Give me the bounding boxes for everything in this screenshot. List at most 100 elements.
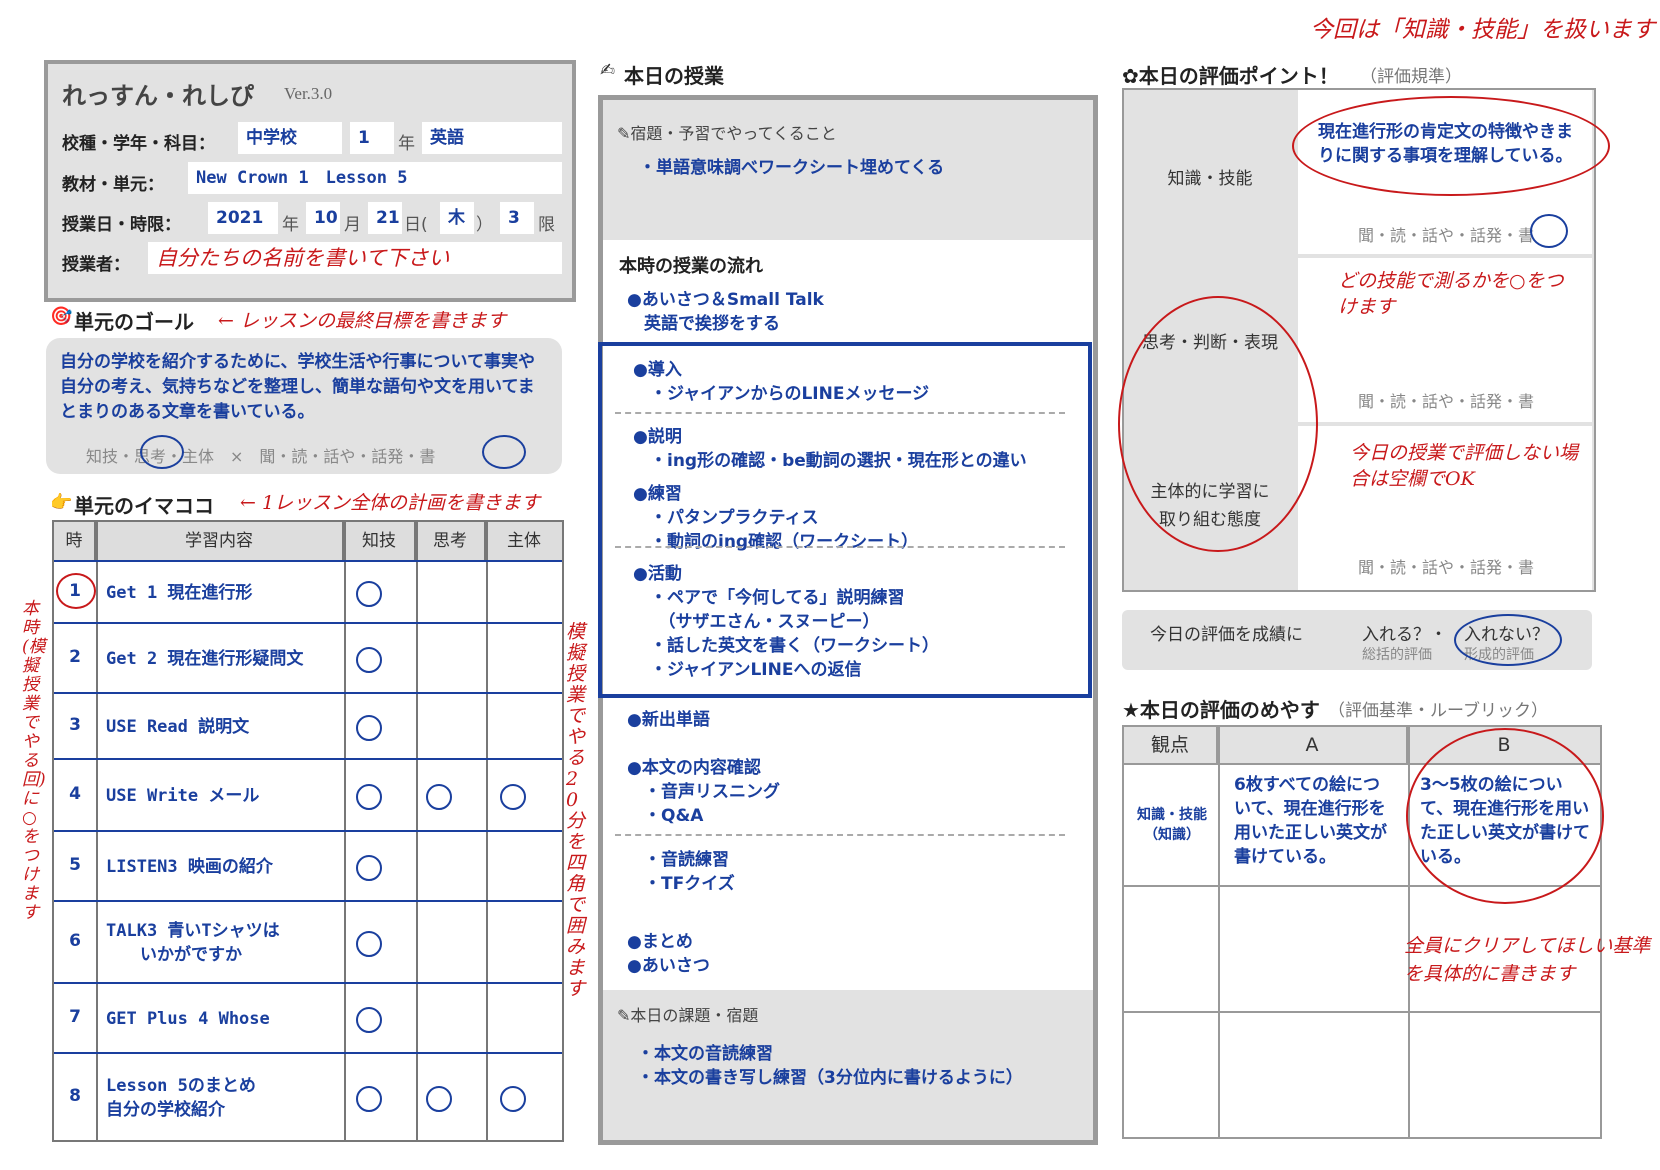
eval-attitude-ring (1118, 296, 1318, 552)
subject-field[interactable]: 英語 (422, 122, 562, 154)
rubric-note: 全員にクリアしてほしい基準を具体的に書きます (1404, 935, 1651, 985)
row-number: 3 (69, 715, 81, 735)
row-content: TALK3 青いTシャツは いかがですか (106, 921, 280, 965)
task-items: ・本文の音読練習 ・本文の書き写し練習（3分位内に書けるように） (637, 1044, 1023, 1088)
row-divider (1124, 1011, 1600, 1013)
period-unit: 限 (538, 215, 555, 235)
table-row: 5 LISTEN3 映画の紹介 (54, 830, 562, 902)
header-box: れっすん・れしぴ Ver.3.0 校種・学年・科目： 中学校 1 年 英語 教材… (44, 60, 576, 302)
table-row: 6 TALK3 青いTシャツは いかがですか (54, 900, 562, 984)
check-circle (500, 784, 526, 810)
check-circle (356, 1007, 382, 1033)
weekday-close: ） (476, 215, 493, 235)
imamoko-annotation: ← 1レッスン全体の計画を書きます (240, 492, 541, 514)
goal-write-circle (482, 435, 526, 469)
goal-text: 自分の学校を紹介するために、学校生活や行事について事実や自分の考え、気持ちなどを… (60, 352, 535, 422)
period-field[interactable]: 3 (500, 202, 534, 234)
row-content: Lesson 5のまとめ 自分の学校紹介 (106, 1076, 256, 1120)
rubric-header-view: 観点 (1124, 727, 1218, 763)
flow-title: 本時の授業の流れ (619, 256, 763, 277)
eval-row-label: 知識・技能 (1167, 169, 1253, 189)
pointing-hand-icon: 👉 (50, 492, 73, 513)
row-content: LISTEN3 映画の紹介 (106, 857, 273, 877)
teacher-field[interactable]: 自分たちの名前を書いて下さい (148, 242, 562, 274)
col-header-attitude: 主体 (486, 522, 562, 560)
eval-write-circle (1530, 214, 1568, 248)
lesson-title: 本日の授業 (624, 64, 724, 88)
homework-title: ✎宿題・予習でやってくること (617, 124, 837, 143)
weekday-field[interactable]: 木 (440, 202, 474, 234)
eval-marks: 聞・読・話や・話発・書 (1358, 558, 1535, 577)
row-number: 8 (69, 1086, 81, 1106)
grade-field[interactable]: 1 (350, 122, 394, 154)
row-number: 2 (69, 647, 81, 667)
flow-greeting: ●あいさつ＆Small Talk 英語で挨拶をする (627, 290, 824, 334)
eval-marks: 聞・読・話や・話発・書 (1358, 226, 1535, 245)
goal-title: 単元のゴール (74, 310, 194, 334)
material-label: 教材・単元： (62, 175, 164, 195)
flow-new-words: ●新出単語 (627, 710, 710, 730)
rubric-header-a: A (1218, 727, 1408, 763)
goal-marks: 知技・思考・主体 × 聞・読・話や・話発・書 (86, 447, 436, 466)
target-icon: 🎯 (50, 306, 73, 327)
app-title: れっすん・れしぴ (62, 81, 254, 110)
col-header-period: 時 (54, 522, 96, 560)
day-unit: 日( (404, 215, 428, 235)
check-circle (500, 1086, 526, 1112)
check-circle (356, 581, 382, 607)
eval-title: ✿本日の評価ポイント！ (1122, 64, 1339, 88)
table-row: 2 Get 2 現在進行形疑問文 (54, 622, 562, 694)
rubric-a-text: 6枚すべての絵について、現在進行形を用いた正しい英文が書けている。 (1234, 775, 1387, 867)
top-annotation: 今回は「知識・技能」を扱います (1310, 17, 1655, 43)
col-header-content: 学習内容 (96, 522, 344, 560)
side-note-right: 模擬授業でやる20分を四角で囲みます (566, 621, 586, 1000)
row-content: GET Plus 4 Whose (106, 1009, 270, 1029)
row-number: 6 (69, 931, 81, 951)
flow-reading: ・音読練習 ・TFクイズ (643, 850, 735, 894)
row-content: Get 1 現在進行形 (106, 583, 253, 603)
current-lesson-circle (56, 573, 96, 609)
row-number: 7 (69, 1007, 81, 1027)
grade-box: 今日の評価を成績に 入れる？・ 入れない？ 総括的評価 形成的評価 (1122, 610, 1592, 670)
col-header-thinking: 思考 (416, 522, 486, 560)
grade-no-circle (1454, 614, 1562, 666)
flow-closing: ●まとめ ●あいさつ (627, 932, 710, 976)
rubric-b-ring (1406, 728, 1604, 904)
goal-annotation: ← レッスンの最終目標を書きます (218, 310, 506, 332)
row-content: Get 2 現在進行形疑問文 (106, 649, 304, 669)
date-label: 授業日・時限： (62, 215, 181, 235)
row-content: USE Read 説明文 (106, 717, 250, 737)
year-field[interactable]: 2021 (208, 202, 278, 234)
goal-think-circle (140, 435, 184, 469)
check-circle (426, 784, 452, 810)
month-unit: 月 (344, 215, 361, 235)
table-row: 1 Get 1 現在進行形 (54, 560, 562, 624)
check-circle (356, 931, 382, 957)
row-number: 5 (69, 855, 81, 875)
eval-text-ring (1292, 96, 1610, 196)
note-blank: 今日の授業で評価しない場合は空欄でOK (1350, 442, 1579, 490)
school-type-field[interactable]: 中学校 (238, 122, 342, 154)
month-field[interactable]: 10 (306, 202, 340, 234)
rubric-title: ★本日の評価のめやす (1122, 698, 1320, 722)
table-row: 4 USE Write メール (54, 758, 562, 832)
homework-item: ・単語意味調べワークシート埋めてくる (639, 158, 945, 178)
day-field[interactable]: 21 (368, 202, 402, 234)
material-field[interactable]: New Crown 1 Lesson 5 (188, 162, 562, 194)
check-circle (356, 647, 382, 673)
grade-unit: 年 (398, 134, 415, 154)
grade-yes[interactable]: 入れる？・ (1362, 620, 1447, 645)
divider (615, 834, 1065, 836)
check-circle (356, 784, 382, 810)
app-version: Ver.3.0 (284, 84, 333, 103)
table-row: 8 Lesson 5のまとめ 自分の学校紹介 (54, 1052, 562, 1142)
check-circle (356, 855, 382, 881)
side-note-left: 本時(模擬授業でやる回)に○をつけます (22, 599, 46, 923)
grade-yes-sub: 総括的評価 (1362, 647, 1432, 663)
pencil-icon: ✍ (600, 60, 616, 81)
row-number: 4 (69, 784, 81, 804)
flow-content-check: ●本文の内容確認 ・音声リスニング ・Q&A (627, 758, 780, 826)
imamoko-table: 時 学習内容 知技 思考 主体 1 Get 1 現在進行形 2 Get 2 現在進行形… (52, 520, 564, 1142)
check-circle (426, 1086, 452, 1112)
imamoko-title: 単元のイマココ (74, 494, 214, 518)
